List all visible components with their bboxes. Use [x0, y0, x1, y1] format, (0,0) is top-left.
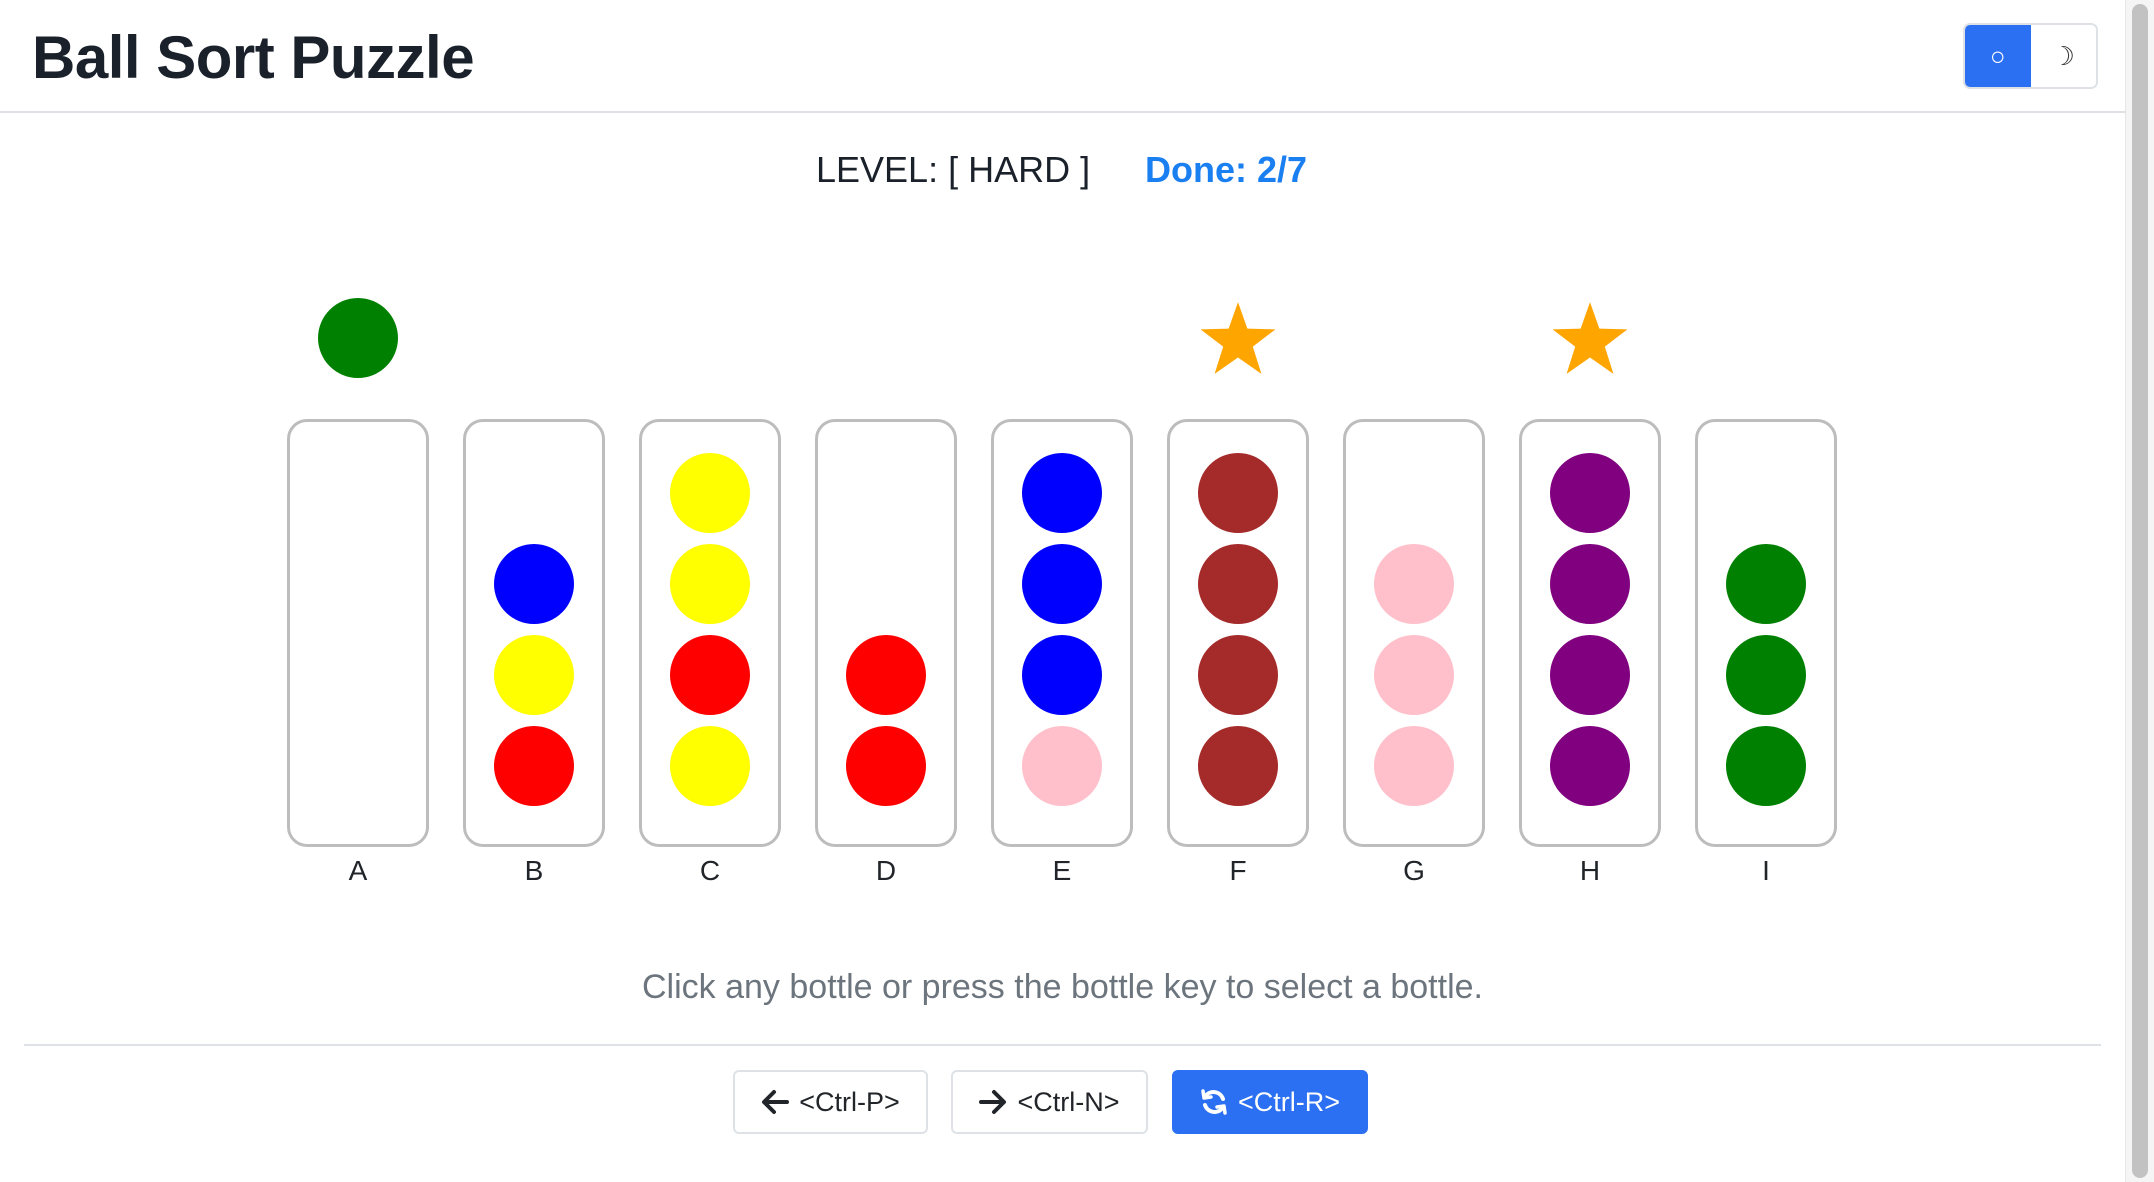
scrollbar-thumb[interactable]	[2132, 4, 2148, 1178]
arrow-right-icon	[979, 1090, 1007, 1114]
ball-pink	[1374, 544, 1454, 624]
ball-purple	[1550, 635, 1630, 715]
restart-label: <Ctrl-R>	[1237, 1086, 1340, 1117]
ball-brown	[1198, 635, 1278, 715]
light-theme-button[interactable]: ○	[1965, 25, 2031, 87]
bottle-label-i: I	[1762, 855, 1770, 886]
ball-yellow	[494, 635, 574, 715]
ball-purple	[1550, 453, 1630, 533]
bottle-label-g: G	[1403, 855, 1425, 886]
ball-brown	[1198, 544, 1278, 624]
ball-yellow	[670, 544, 750, 624]
header: Ball Sort Puzzle ○ ☽	[0, 0, 2125, 113]
done-counter: Done: 2/7	[1145, 149, 1308, 190]
bottle-label-a: A	[348, 855, 368, 886]
ball-pink	[1374, 635, 1454, 715]
ball-green	[1726, 726, 1806, 806]
app-title: Ball Sort Puzzle	[32, 24, 475, 91]
bottle-a[interactable]	[287, 419, 429, 847]
app-root: Ball Sort Puzzle ○ ☽ LEVEL: [ HARD ] Don…	[0, 0, 2154, 1182]
ball-red	[494, 726, 574, 806]
bottle-label-c: C	[699, 855, 721, 886]
hint-text: Click any bottle or press the bottle key…	[642, 968, 1483, 1006]
previous-level-button[interactable]: <Ctrl-P>	[733, 1070, 928, 1134]
ball-pink	[1022, 726, 1102, 806]
ball-red	[846, 726, 926, 806]
next-level-label: <Ctrl-N>	[1017, 1086, 1120, 1117]
ball-yellow	[670, 726, 750, 806]
ball-yellow	[670, 453, 750, 533]
bottle-label-e: E	[1052, 855, 1072, 886]
previous-level-label: <Ctrl-P>	[799, 1086, 900, 1117]
ball-purple	[1550, 726, 1630, 806]
ball-blue	[1022, 635, 1102, 715]
next-level-button[interactable]: <Ctrl-N>	[951, 1070, 1148, 1134]
ball-pink	[1374, 726, 1454, 806]
ball-blue	[1022, 544, 1102, 624]
sun-icon: ○	[1989, 40, 2006, 71]
level-label: LEVEL: [ HARD ]	[816, 149, 1091, 190]
ball-brown	[1198, 453, 1278, 533]
arrow-left-icon	[762, 1090, 790, 1114]
ball-green	[1726, 544, 1806, 624]
ball-green	[1726, 635, 1806, 715]
scrollbar[interactable]	[2125, 0, 2154, 1182]
ball-brown	[1198, 726, 1278, 806]
divider	[24, 1044, 2101, 1046]
restart-button[interactable]: <Ctrl-R>	[1172, 1070, 1368, 1134]
ball-red	[670, 635, 750, 715]
moon-icon: ☽	[2051, 40, 2075, 71]
theme-toggle: ○ ☽	[1963, 23, 2098, 89]
ball-blue	[1022, 453, 1102, 533]
bottle-label-h: H	[1579, 855, 1601, 886]
ball-red	[846, 635, 926, 715]
lifted-ball	[318, 298, 398, 378]
star-icon	[1200, 302, 1276, 374]
bottle-label-d: D	[875, 855, 897, 886]
dark-theme-button[interactable]: ☽	[2030, 25, 2096, 87]
bottle-label-f: F	[1229, 855, 1247, 886]
bottle-label-b: B	[524, 855, 544, 886]
refresh-icon	[1201, 1089, 1227, 1115]
ball-blue	[494, 544, 574, 624]
ball-purple	[1550, 544, 1630, 624]
star-icon	[1552, 302, 1628, 374]
